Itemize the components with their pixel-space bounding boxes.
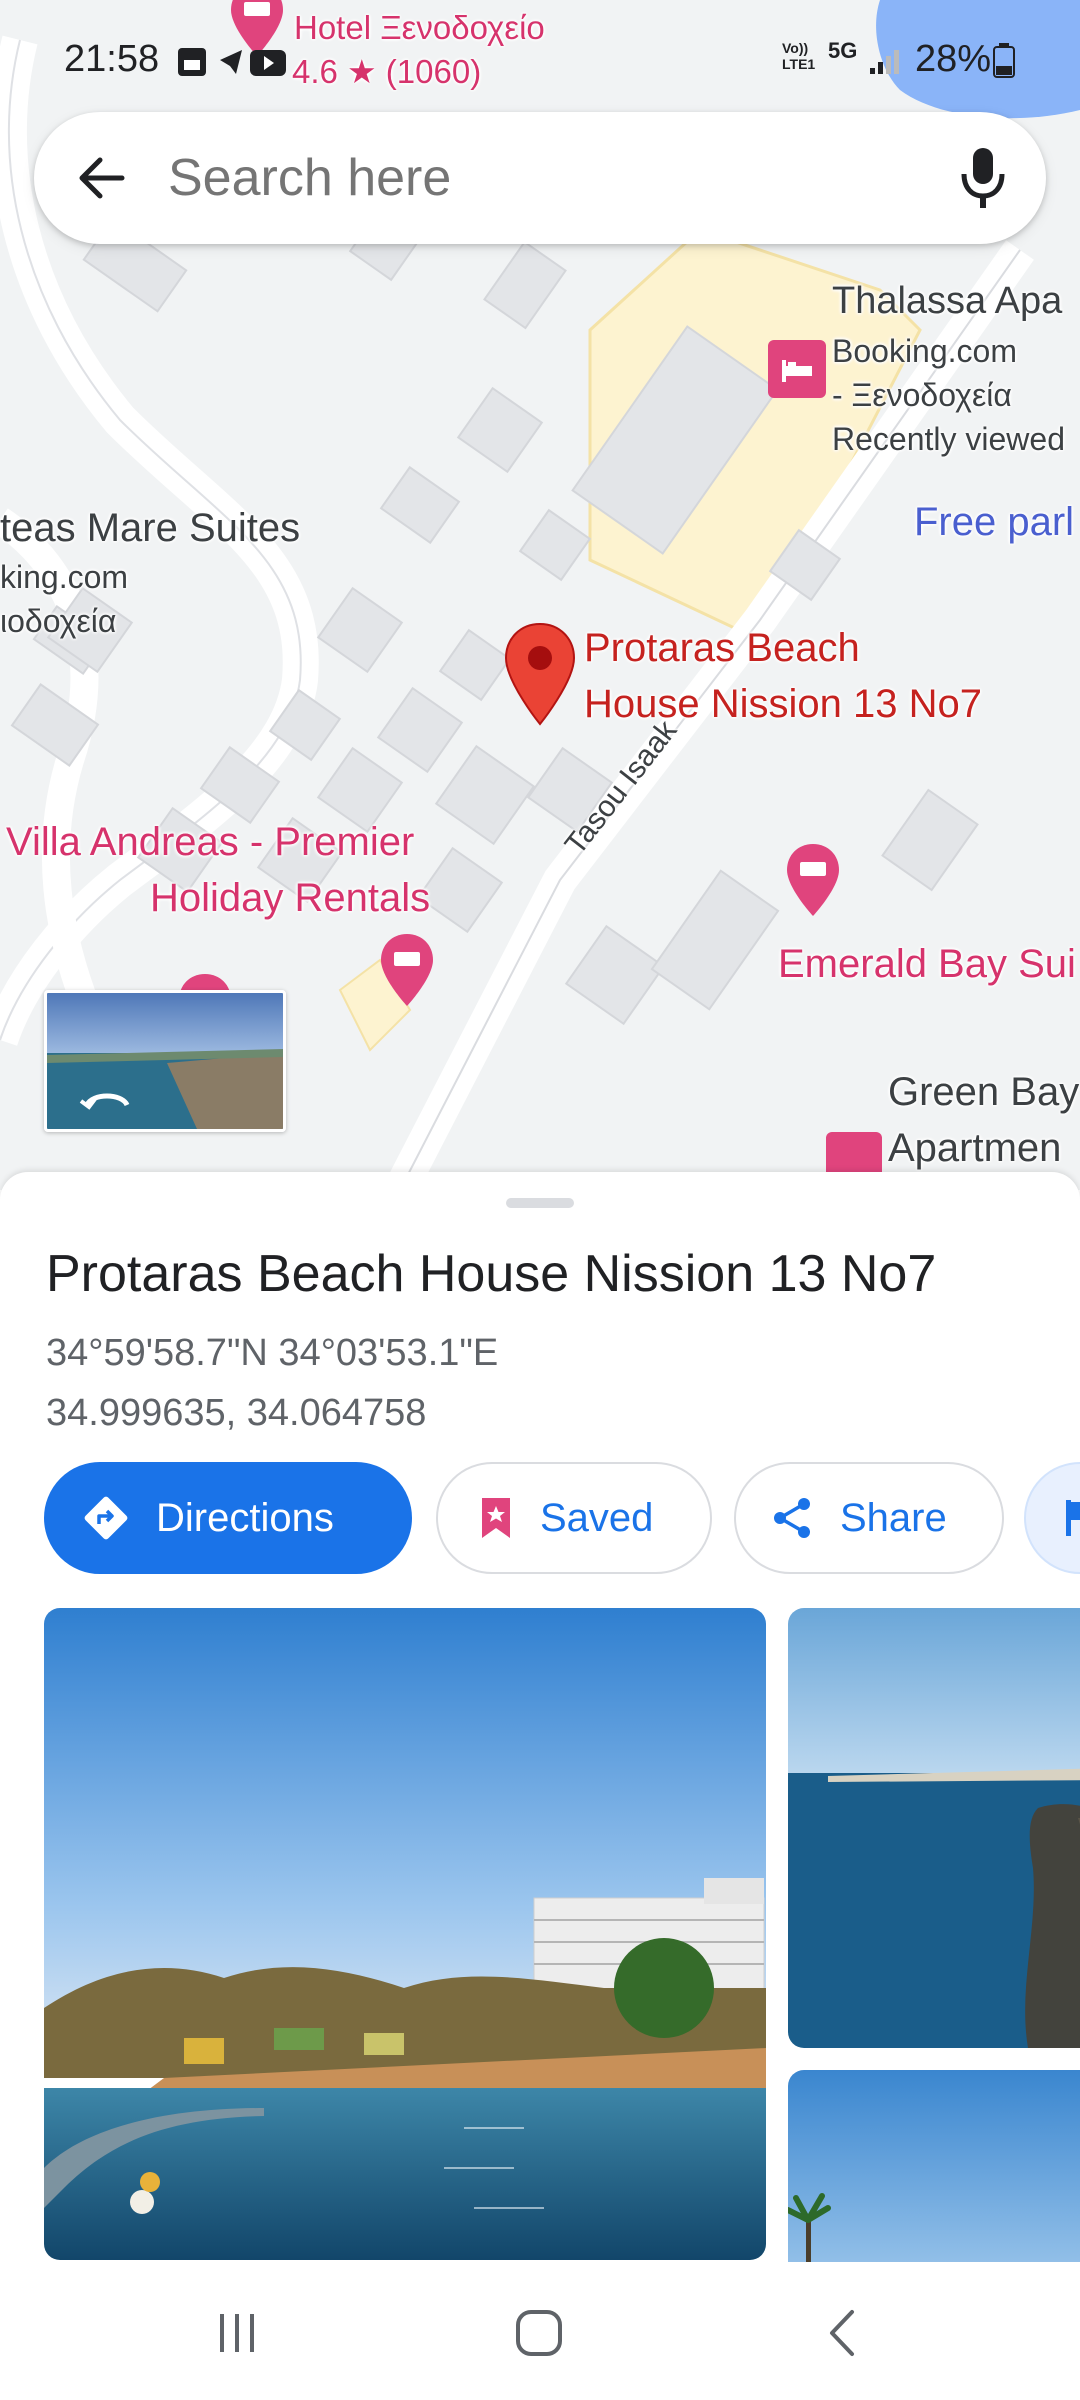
map-label-protea[interactable]: teas Mare Suites (0, 504, 300, 553)
share-icon (774, 1498, 810, 1538)
microphone-icon[interactable] (954, 144, 1012, 212)
map-label-villa-line2[interactable]: Holiday Rentals (150, 874, 430, 923)
share-label: Share (840, 1495, 947, 1540)
map-label-selected-line2[interactable]: House Nission 13 No7 (584, 680, 982, 729)
map-label-emerald[interactable]: Emerald Bay Sui (778, 940, 1076, 989)
home-icon[interactable] (514, 2308, 564, 2358)
map-label-free-parking[interactable]: Free parl (914, 498, 1074, 547)
status-time: 21:58 (64, 38, 160, 80)
place-photo[interactable] (44, 1608, 766, 2260)
map-label-selected-line1[interactable]: Protaras Beach (584, 624, 860, 673)
status-network: 5G (828, 38, 858, 63)
place-photo[interactable] (788, 1608, 1080, 2048)
bookmark-icon (482, 1498, 510, 1538)
beach-photo (44, 1608, 766, 2260)
hotel-pin-icon[interactable] (784, 842, 842, 920)
share-button[interactable]: Share (734, 1462, 1004, 1574)
saved-label: Saved (540, 1495, 654, 1540)
drag-handle[interactable] (506, 1198, 574, 1208)
map-label-green-bay-line1[interactable]: Green Bay (888, 1068, 1079, 1117)
notification-icons (178, 48, 286, 76)
recent-apps-icon[interactable] (214, 2310, 260, 2356)
battery-icon (993, 43, 1015, 78)
map-label-protea-line2: ιοδοχεία (0, 603, 117, 639)
map-label-thalassa-line1: Booking.com (832, 333, 1017, 369)
place-details-sheet[interactable]: Protaras Beach House Nission 13 No7 34°5… (0, 1172, 1080, 2262)
battery-percent: 28% (915, 38, 992, 80)
directions-icon (84, 1496, 128, 1540)
signal-icon (870, 50, 899, 74)
place-photo[interactable] (788, 2070, 1080, 2262)
street-view-image (47, 993, 283, 1129)
hotel-marker-icon[interactable] (768, 340, 826, 398)
directions-button[interactable]: Directions (44, 1462, 412, 1574)
bed-icon (782, 360, 812, 382)
palm-photo (788, 2070, 1080, 2262)
more-action-button[interactable] (1024, 1462, 1080, 1574)
map-label-thalassa-line3: Recently viewed (832, 421, 1065, 457)
saved-button[interactable]: Saved (436, 1462, 712, 1574)
place-title: Protaras Beach House Nission 13 No7 (46, 1245, 937, 1303)
coast-photo (788, 1608, 1080, 2048)
street-view-thumbnail[interactable] (44, 990, 286, 1132)
search-input[interactable] (168, 148, 868, 208)
status-bar: 21:58 Vo)) LTE1 5G 28% (0, 0, 1080, 120)
coordinates-dms: 34°59'58.7"N 34°03'53.1"E (46, 1332, 499, 1374)
back-icon[interactable] (822, 2308, 862, 2358)
map-label-green-bay-line2[interactable]: Apartmen (888, 1124, 1061, 1173)
map-view[interactable]: Hotel Ξενοδοχείο 4.6 ★ (1060) Thalassa A… (0, 0, 1080, 1190)
map-label-thalassa-line2: - Ξενοδοχεία (832, 377, 1012, 413)
flag-icon (1066, 1500, 1080, 1536)
status-volte: Vo)) LTE1 (782, 40, 816, 72)
system-nav-bar (0, 2262, 1080, 2400)
coordinates-decimal: 34.999635, 34.064758 (46, 1392, 427, 1434)
map-label-thalassa[interactable]: Thalassa Apa (832, 278, 1062, 324)
map-label-villa-line1[interactable]: Villa Andreas - Premier (6, 818, 414, 867)
hotel-pin-icon[interactable] (378, 932, 436, 1010)
directions-label: Directions (156, 1495, 334, 1540)
map-label-protea-line1: king.com (0, 559, 129, 595)
back-arrow-icon[interactable] (72, 148, 132, 208)
search-bar[interactable] (34, 112, 1046, 244)
location-pin-icon[interactable] (500, 620, 580, 728)
